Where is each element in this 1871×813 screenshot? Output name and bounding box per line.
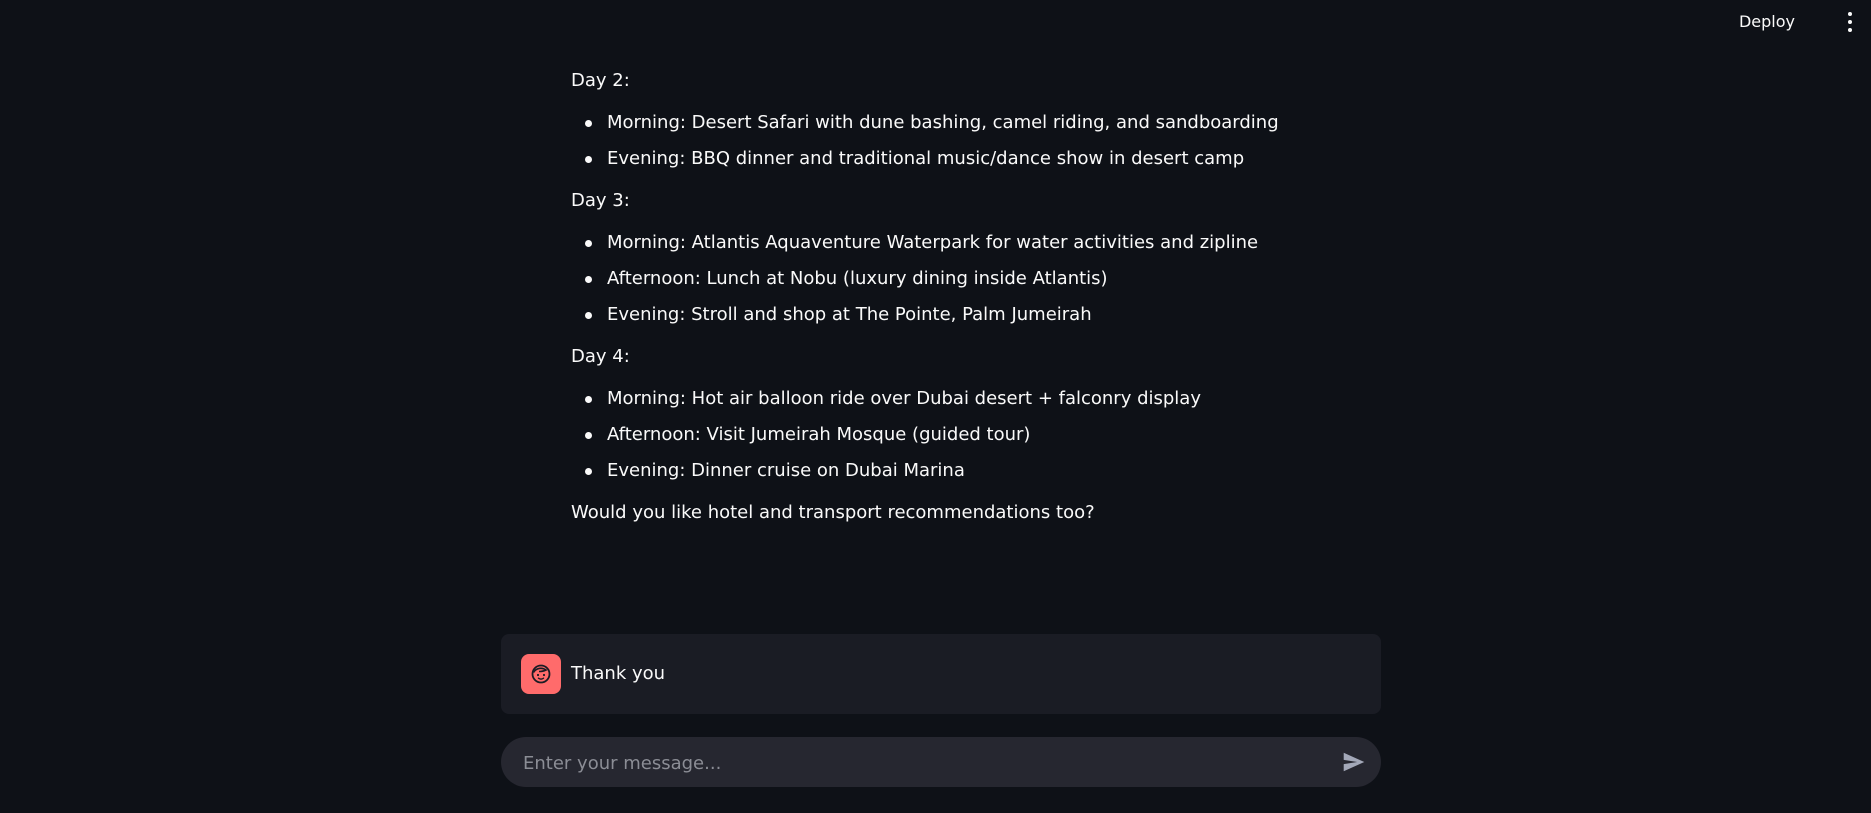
send-button[interactable] <box>1341 749 1367 775</box>
send-icon <box>1343 752 1365 772</box>
list-item: Evening: Dinner cruise on Dubai Marina <box>585 458 1371 484</box>
user-message: Thank you <box>501 634 1381 714</box>
day-heading: Day 4: <box>571 346 630 367</box>
day-heading: Day 2: <box>571 70 630 91</box>
day-heading: Day 3: <box>571 190 630 211</box>
assistant-message: Day 2: Morning: Desert Safari with dune … <box>571 68 1371 526</box>
list-item: Afternoon: Lunch at Nobu (luxury dining … <box>585 266 1371 292</box>
chat-input-container <box>501 737 1381 789</box>
user-face-icon <box>531 664 551 684</box>
deploy-button[interactable]: Deploy <box>1733 9 1801 35</box>
list-item: Morning: Atlantis Aquaventure Waterpark … <box>585 230 1371 256</box>
day-list: Morning: Atlantis Aquaventure Waterpark … <box>571 230 1371 328</box>
closing-question: Would you like hotel and transport recom… <box>571 502 1095 523</box>
kebab-menu-icon[interactable] <box>1843 10 1857 34</box>
list-item: Morning: Hot air balloon ride over Dubai… <box>585 386 1371 412</box>
day-list: Morning: Hot air balloon ride over Dubai… <box>571 386 1371 484</box>
list-item: Evening: Stroll and shop at The Pointe, … <box>585 302 1371 328</box>
user-avatar <box>521 654 561 694</box>
list-item: Afternoon: Visit Jumeirah Mosque (guided… <box>585 422 1371 448</box>
top-bar: Deploy <box>0 0 1871 44</box>
day-list: Morning: Desert Safari with dune bashing… <box>571 110 1371 172</box>
user-message-text: Thank you <box>571 663 666 684</box>
list-item: Evening: BBQ dinner and traditional musi… <box>585 146 1371 172</box>
list-item: Morning: Desert Safari with dune bashing… <box>585 110 1371 136</box>
chat-input[interactable] <box>521 737 1305 789</box>
